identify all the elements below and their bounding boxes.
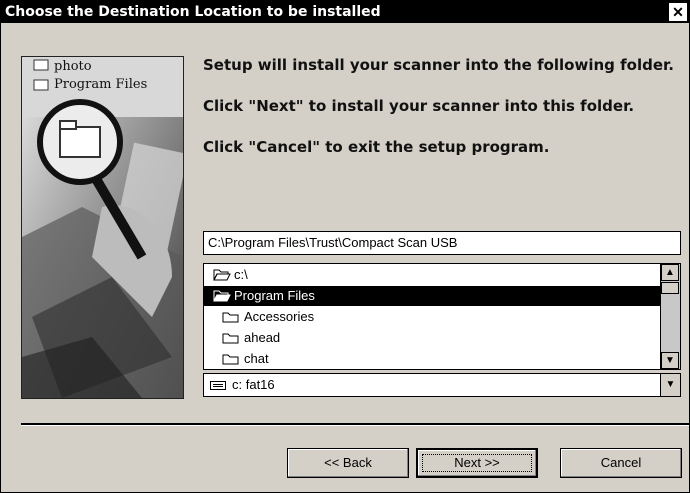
destination-path-input[interactable]: C:\Program Files\Trust\Compact Scan USB (203, 231, 681, 255)
message-click-cancel: Click "Cancel" to exit the setup program… (203, 138, 550, 156)
scroll-thumb[interactable] (661, 282, 679, 294)
folder-item-label: ahead (244, 330, 281, 345)
hard-drive-icon (210, 381, 226, 390)
focus-rect (422, 454, 532, 472)
title-bar: Choose the Destination Location to be in… (1, 1, 689, 23)
divider (21, 423, 689, 426)
message-click-next: Click "Next" to install your scanner int… (203, 97, 635, 115)
drive-select-value: c: fat16 (232, 377, 275, 392)
folder-list-scrollbar[interactable]: ▲ ▼ (660, 264, 680, 369)
folder-item-c-root[interactable]: c:\ (204, 265, 661, 285)
open-folder-icon (213, 290, 231, 302)
scroll-up-button[interactable]: ▲ (661, 264, 679, 281)
folder-item-accessories[interactable]: Accessories (204, 307, 661, 327)
open-folder-icon (213, 269, 231, 281)
folder-item-chat[interactable]: chat (204, 349, 661, 369)
folder-item-label: Accessories (244, 309, 315, 324)
folder-item-label: Program Files (234, 288, 315, 303)
close-button[interactable]: ✕ (669, 3, 687, 21)
scroll-down-button[interactable]: ▼ (661, 352, 679, 369)
folder-item-label: c:\ (234, 267, 248, 282)
next-button[interactable]: Next >> (416, 448, 538, 478)
folder-item-program-files[interactable]: Program Files (204, 286, 661, 306)
window-title: Choose the Destination Location to be in… (5, 4, 381, 20)
folder-icon (222, 312, 239, 323)
folder-icon (222, 354, 239, 365)
setup-side-image: photo Program Files (21, 56, 184, 399)
setup-dialog: Choose the Destination Location to be in… (0, 0, 690, 493)
side-label-photo: photo (54, 59, 92, 74)
drive-select[interactable]: c: fat16 ▼ (203, 373, 681, 397)
magnifier-illustration (22, 57, 183, 398)
cancel-button[interactable]: Cancel (560, 448, 682, 478)
drive-dropdown-button[interactable]: ▼ (660, 374, 680, 396)
back-button[interactable]: << Back (287, 448, 409, 478)
side-label-program-files: Program Files (54, 77, 148, 92)
folder-listbox[interactable]: c:\ Program Files Accessories ahead chat… (203, 263, 681, 370)
folder-item-label: chat (244, 351, 269, 366)
message-install-folder: Setup will install your scanner into the… (203, 56, 674, 74)
folder-icon (222, 333, 239, 344)
folder-item-ahead[interactable]: ahead (204, 328, 661, 348)
